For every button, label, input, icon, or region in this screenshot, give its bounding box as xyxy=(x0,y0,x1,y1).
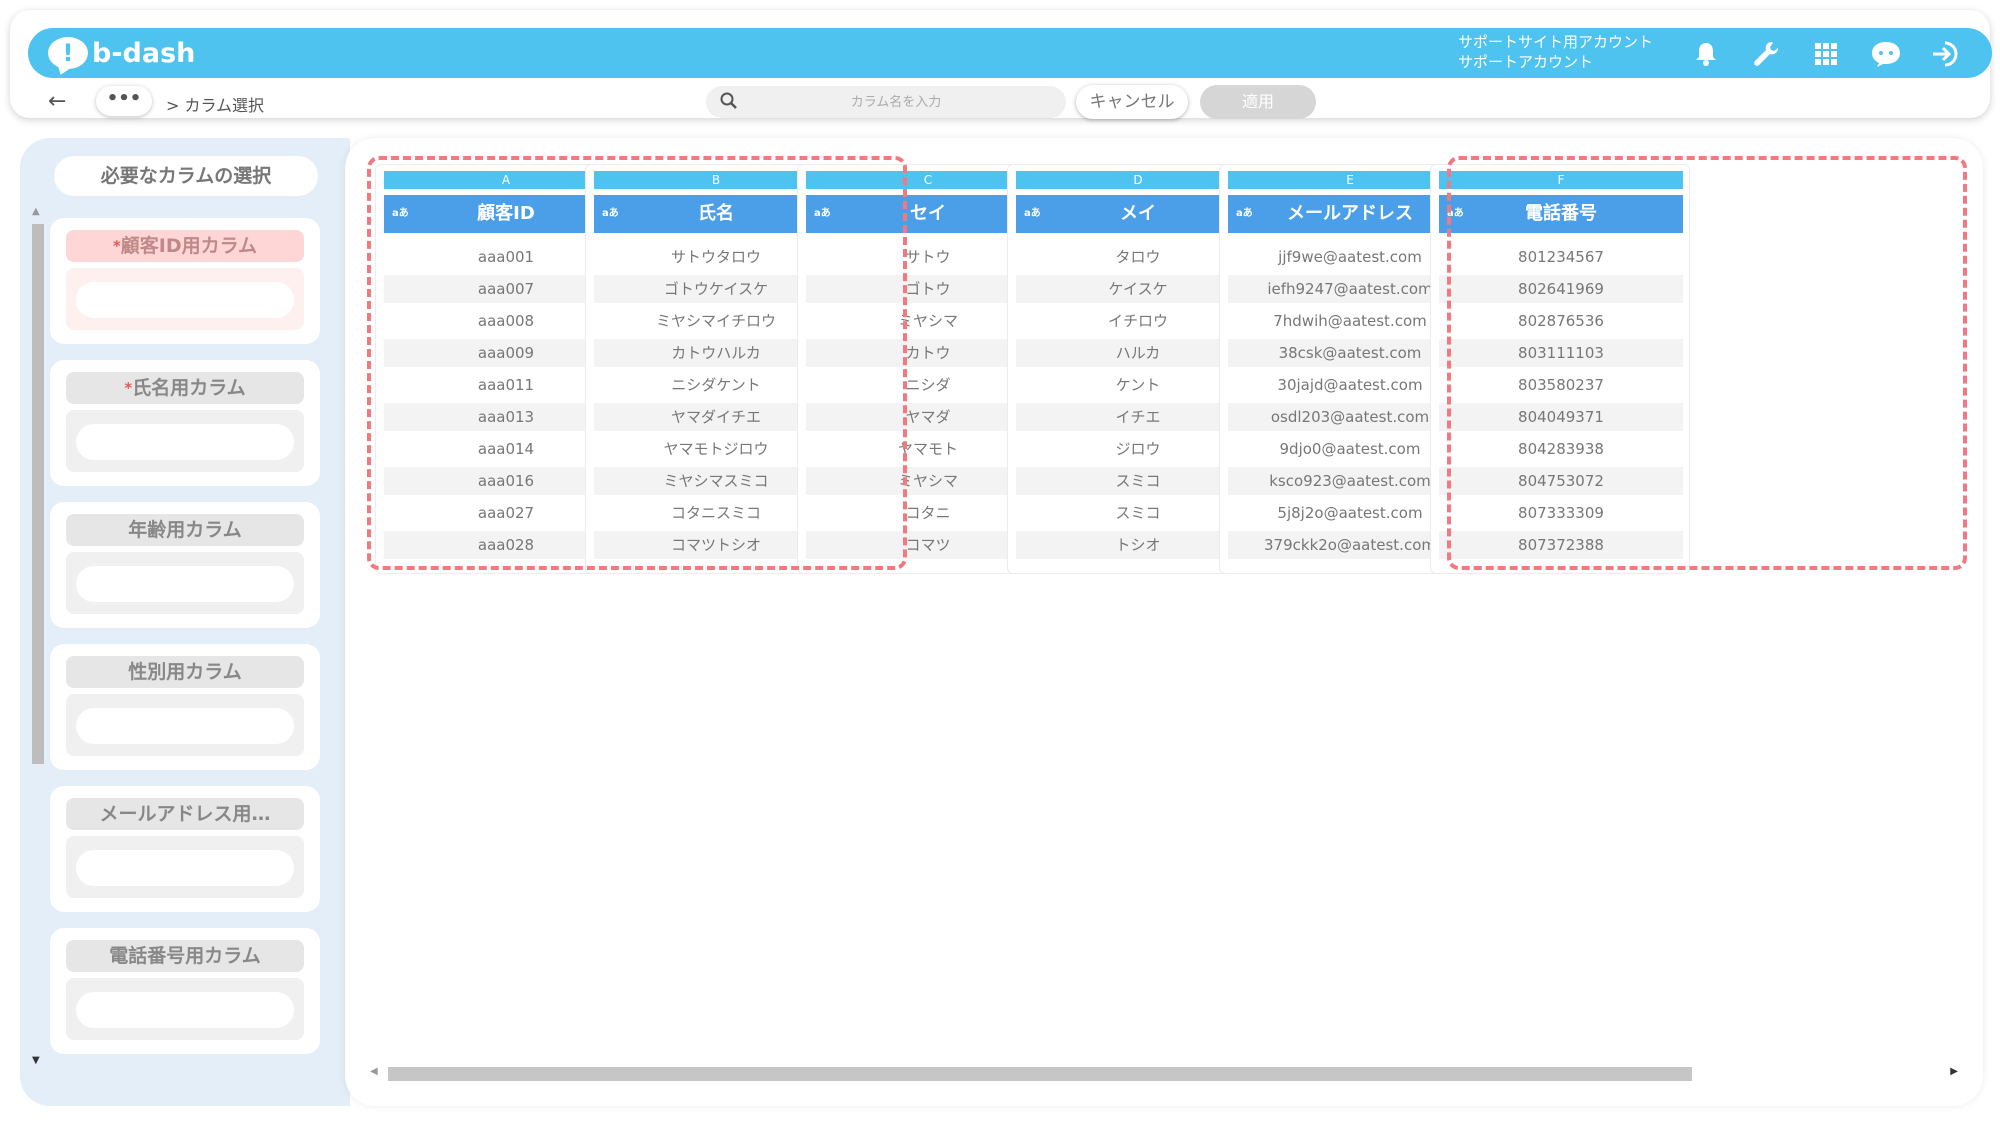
column-header-label: 氏名 xyxy=(698,203,734,224)
slot-label-text: 顧客ID用カラム xyxy=(120,235,258,257)
data-columns-area: Aaあ 顧客ID aaa001 aaa007 aaa008 aaa009 aaa011 aaa… xyxy=(345,138,1983,1106)
slot-drop-target[interactable] xyxy=(76,850,294,886)
slot-label: 年齢用カラム xyxy=(66,514,304,546)
account-site: サポートサイト用アカウント xyxy=(1458,33,1654,51)
panel-title: 必要なカラムの選択 xyxy=(54,156,318,196)
scroll-right-arrow-icon[interactable]: ▶ xyxy=(1950,1066,1958,1077)
slot-label: 性別用カラム xyxy=(66,656,304,688)
slot-phone: 電話番号用カラム xyxy=(50,928,320,1054)
logo[interactable]: ! b-dash xyxy=(48,36,195,70)
wrench-icon[interactable] xyxy=(1750,38,1782,70)
account-info[interactable]: サポートサイト用アカウント サポートアカウント xyxy=(1458,32,1653,72)
text-type-icon: aあ xyxy=(602,208,619,219)
slot-drop-target[interactable] xyxy=(76,992,294,1028)
panel-scroll-thumb[interactable] xyxy=(32,224,44,764)
slot-gender: 性別用カラム xyxy=(50,644,320,770)
horizontal-scroll-thumb[interactable] xyxy=(388,1067,1692,1081)
slot-label: 電話番号用カラム xyxy=(66,940,304,972)
slot-label: *氏名用カラム xyxy=(66,372,304,404)
text-type-icon: aあ xyxy=(1236,208,1253,219)
slot-drop-target[interactable] xyxy=(76,708,294,744)
required-star: * xyxy=(112,237,121,255)
top-bar: ! b-dash サポートサイト用アカウント サポートアカウント xyxy=(28,28,1992,78)
logout-icon[interactable] xyxy=(1930,38,1962,70)
sub-toolbar: ← ••• > カラム選択 キャンセル 適用 xyxy=(28,82,1992,124)
slot-label: メールアドレス用… xyxy=(66,798,304,830)
panel-scrollbar[interactable]: ▲ ▼ xyxy=(30,206,46,1066)
table-cell: 804049371 xyxy=(1439,403,1683,431)
search-icon xyxy=(720,92,738,114)
table-cell: 801234567 xyxy=(1518,248,1604,266)
back-arrow-icon[interactable]: ← xyxy=(48,90,72,114)
slot-drop-zone[interactable] xyxy=(66,978,304,1040)
table-cell: 802876536 xyxy=(1518,312,1604,330)
slot-name: *氏名用カラム xyxy=(50,360,320,486)
horizontal-scrollbar[interactable]: ◀ ▶ xyxy=(366,1064,1962,1084)
slot-drop-zone[interactable] xyxy=(66,836,304,898)
slot-label: *顧客ID用カラム xyxy=(66,230,304,262)
table-cell: 807372388 xyxy=(1439,531,1683,559)
slot-customer-id: *顧客ID用カラム xyxy=(50,218,320,344)
text-type-icon: aあ xyxy=(1447,208,1464,219)
text-type-icon: aあ xyxy=(1024,208,1041,219)
slot-email: メールアドレス用… xyxy=(50,786,320,912)
text-type-icon: aあ xyxy=(392,208,409,219)
breadcrumb-current: > カラム選択 xyxy=(166,96,265,115)
logo-text: b-dash xyxy=(92,37,196,69)
table-cell: 802641969 xyxy=(1439,275,1683,303)
table-cell: 804753072 xyxy=(1439,467,1683,495)
column-header-label: セイ xyxy=(910,203,946,224)
slot-drop-zone[interactable] xyxy=(66,552,304,614)
slot-drop-target[interactable] xyxy=(76,424,294,460)
apply-button[interactable]: 適用 xyxy=(1200,85,1316,119)
support-chat-icon[interactable] xyxy=(1870,38,1902,70)
slot-drop-zone[interactable] xyxy=(66,694,304,756)
table-cell: 804283938 xyxy=(1518,440,1604,458)
column-search-input[interactable] xyxy=(746,90,1046,114)
slot-label-text: 氏名用カラム xyxy=(132,377,246,399)
slot-age: 年齢用カラム xyxy=(50,502,320,628)
slot-drop-zone[interactable] xyxy=(66,268,304,330)
table-cell: 803111103 xyxy=(1439,339,1683,367)
column-header[interactable]: aあ 電話番号 xyxy=(1439,195,1683,233)
cancel-button[interactable]: キャンセル xyxy=(1076,85,1188,119)
slot-drop-target[interactable] xyxy=(76,282,294,318)
slot-drop-target[interactable] xyxy=(76,566,294,602)
column-card[interactable]: Faあ 電話番号 801234567 802641969 802876536 803111… xyxy=(1430,164,1690,574)
logo-bubble-icon: ! xyxy=(48,37,88,69)
table-cell: 803580237 xyxy=(1518,376,1604,394)
account-name: サポートアカウント xyxy=(1458,53,1594,71)
text-type-icon: aあ xyxy=(814,208,831,219)
scroll-down-arrow-icon[interactable]: ▼ xyxy=(32,1055,40,1066)
bell-icon[interactable] xyxy=(1690,38,1722,70)
app-header-card: ! b-dash サポートサイト用アカウント サポートアカウント ← ••• >… xyxy=(10,10,1992,119)
column-header-label: メイ xyxy=(1120,203,1156,224)
column-header-label: 電話番号 xyxy=(1525,203,1597,224)
scroll-up-arrow-icon[interactable]: ▲ xyxy=(32,206,40,217)
breadcrumb-more-button[interactable]: ••• xyxy=(96,86,152,116)
column-search-box xyxy=(706,86,1066,118)
required-columns-panel: 必要なカラムの選択 ▲ ▼ *顧客ID用カラム *氏名用カラム 年齢用カラム 性… xyxy=(20,138,350,1106)
slot-drop-zone[interactable] xyxy=(66,410,304,472)
logo-mark: ! xyxy=(62,39,74,67)
column-letter: F xyxy=(1439,171,1683,189)
table-cell: 807333309 xyxy=(1518,504,1604,522)
column-header-label: 顧客ID xyxy=(477,203,535,224)
scroll-left-arrow-icon[interactable]: ◀ xyxy=(370,1066,378,1077)
column-header-label: メールアドレス xyxy=(1287,203,1413,224)
grid-menu-icon[interactable] xyxy=(1810,38,1842,70)
